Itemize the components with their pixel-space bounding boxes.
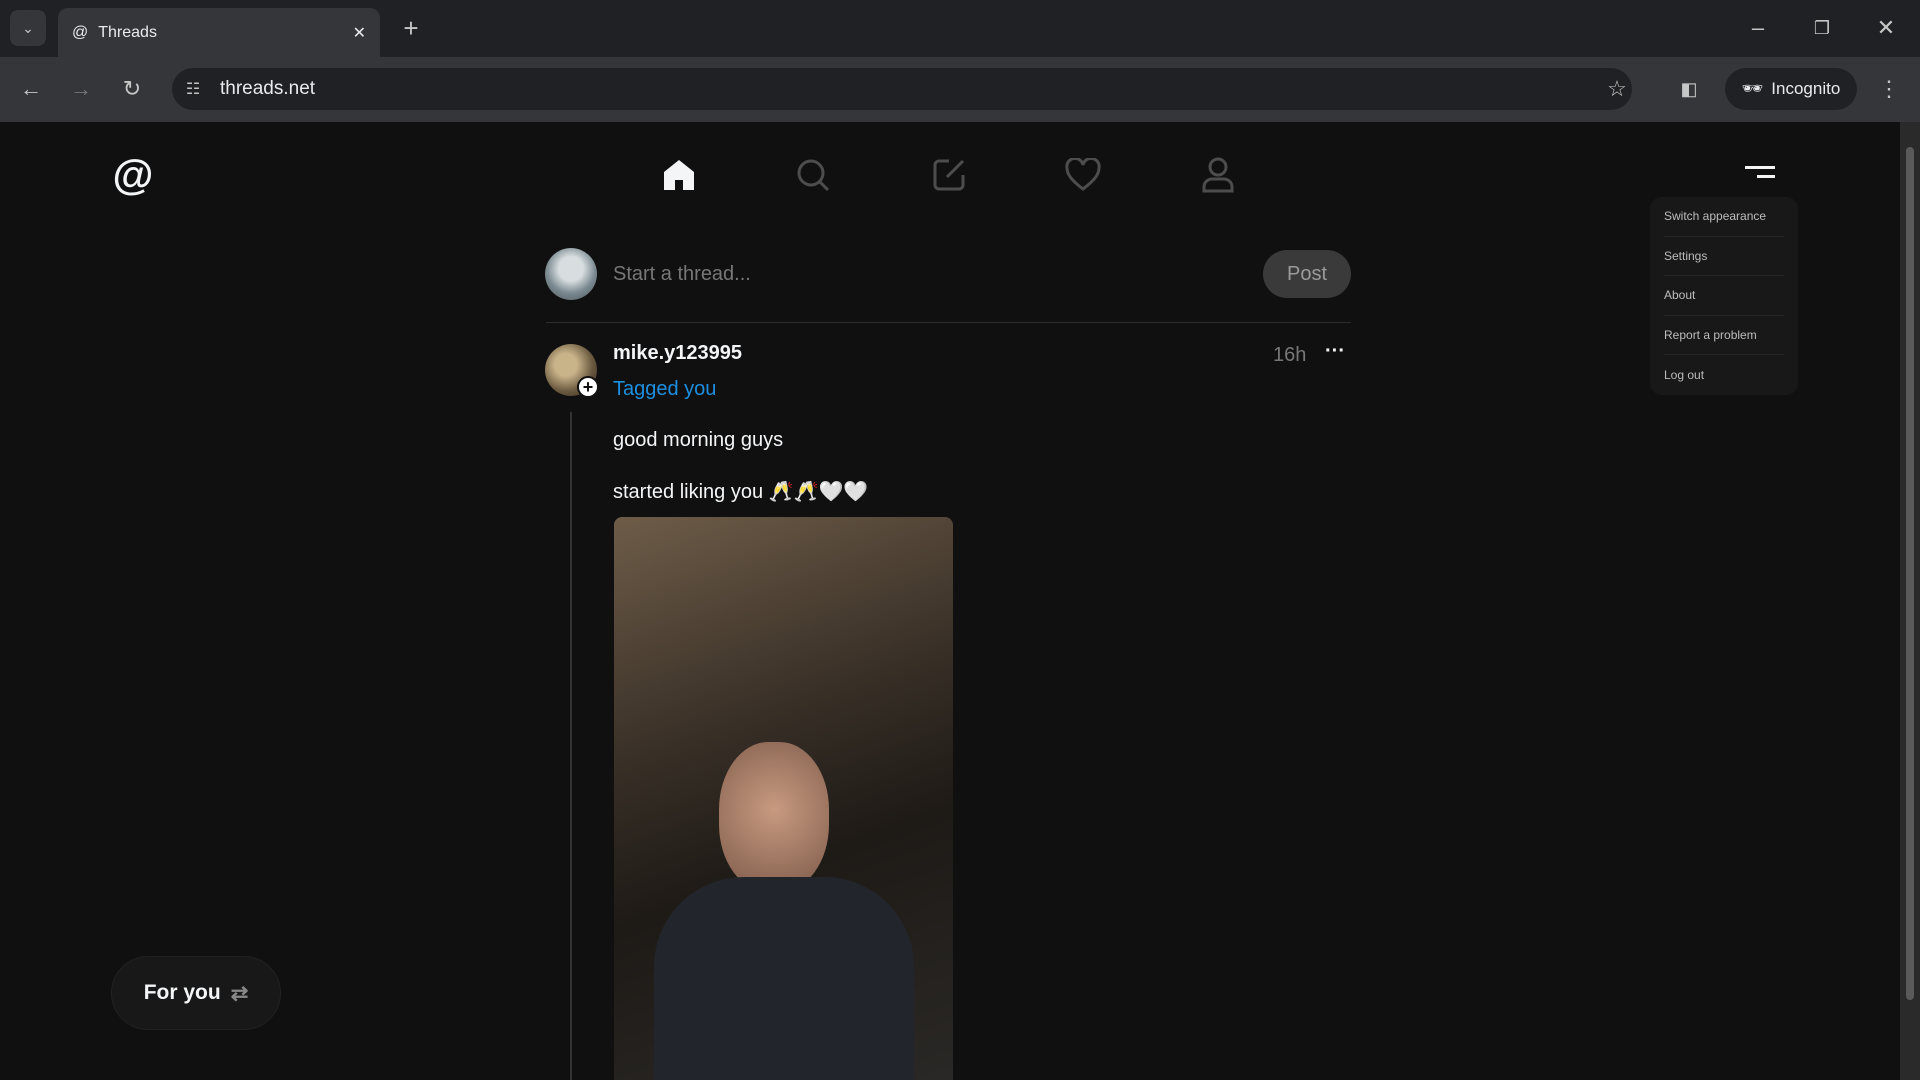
- threads-logo-icon[interactable]: @: [110, 151, 156, 198]
- nav-create[interactable]: [909, 150, 989, 200]
- swap-arrows-icon: ⇄: [230, 981, 249, 1005]
- scrollbar-thumb[interactable]: [1906, 147, 1914, 1000]
- feed-switch-button[interactable]: For you ⇄: [111, 956, 281, 1030]
- compose-avatar[interactable]: [545, 248, 597, 300]
- compose-icon: [933, 159, 965, 191]
- more-menu: Switch appearance Settings About Report …: [1650, 197, 1798, 395]
- nav-home[interactable]: [639, 150, 719, 200]
- reload-icon[interactable]: ↻: [115, 72, 149, 106]
- tab-title: Threads: [98, 23, 157, 41]
- menu-icon: [1745, 166, 1775, 178]
- heart-icon: [1065, 158, 1101, 191]
- more-menu-button[interactable]: [1745, 166, 1775, 190]
- home-icon: [664, 160, 694, 190]
- post-image[interactable]: [614, 517, 953, 1080]
- search-icon: [797, 159, 830, 192]
- nav-profile[interactable]: [1178, 150, 1258, 200]
- start-thread-input[interactable]: Start a thread...: [613, 263, 751, 286]
- menu-item-switch-appearance[interactable]: Switch appearance: [1664, 197, 1784, 237]
- post-username[interactable]: mike.y123995: [613, 342, 742, 365]
- browser-menu-icon[interactable]: ⋮: [1872, 72, 1906, 106]
- post-button[interactable]: Post: [1263, 250, 1351, 298]
- feed-switch-label: For you: [143, 981, 221, 1004]
- menu-item-report-problem[interactable]: Report a problem: [1664, 316, 1784, 356]
- follow-plus-icon[interactable]: +: [577, 376, 599, 398]
- incognito-icon: 🕶: [1741, 79, 1764, 98]
- post-text-line: good morning guys: [613, 429, 784, 451]
- browser-tab[interactable]: @ Threads ✕: [58, 8, 380, 57]
- side-panel-icon[interactable]: ◧: [1672, 72, 1706, 106]
- menu-item-settings[interactable]: Settings: [1664, 237, 1784, 277]
- incognito-label: Incognito: [1771, 79, 1841, 98]
- menu-item-log-out[interactable]: Log out: [1664, 355, 1784, 395]
- threads-favicon-icon: @: [72, 23, 89, 41]
- tab-search-button[interactable]: ⌄: [10, 10, 46, 46]
- bookmark-star-icon[interactable]: ☆: [1600, 72, 1634, 106]
- nav-activity[interactable]: [1043, 150, 1123, 200]
- nav-search[interactable]: [773, 150, 853, 200]
- post-text-line: started liking you 🥂🥂🤍🤍: [613, 481, 869, 503]
- scrollbar[interactable]: [1900, 122, 1920, 1080]
- profile-icon: [1202, 157, 1234, 193]
- forward-icon[interactable]: →: [64, 72, 98, 106]
- url-bar[interactable]: threads.net: [172, 68, 1632, 110]
- site-info-icon[interactable]: ☷: [180, 76, 206, 102]
- close-tab-icon[interactable]: ✕: [353, 23, 366, 43]
- menu-item-about[interactable]: About: [1664, 276, 1784, 316]
- new-tab-icon[interactable]: +: [395, 12, 427, 44]
- url-text: threads.net: [220, 78, 316, 99]
- thread-line: [570, 412, 572, 1080]
- minimize-icon[interactable]: –: [1742, 12, 1774, 44]
- restore-icon[interactable]: ❐: [1806, 12, 1838, 44]
- incognito-badge[interactable]: 🕶 Incognito: [1725, 68, 1857, 110]
- divider: [546, 322, 1351, 323]
- post-tag-label[interactable]: Tagged you: [613, 378, 716, 401]
- close-window-icon[interactable]: ✕: [1870, 12, 1902, 44]
- post-time: 16h: [1273, 344, 1307, 366]
- back-icon[interactable]: ←: [14, 72, 48, 106]
- post-options-icon[interactable]: ···: [1325, 340, 1345, 363]
